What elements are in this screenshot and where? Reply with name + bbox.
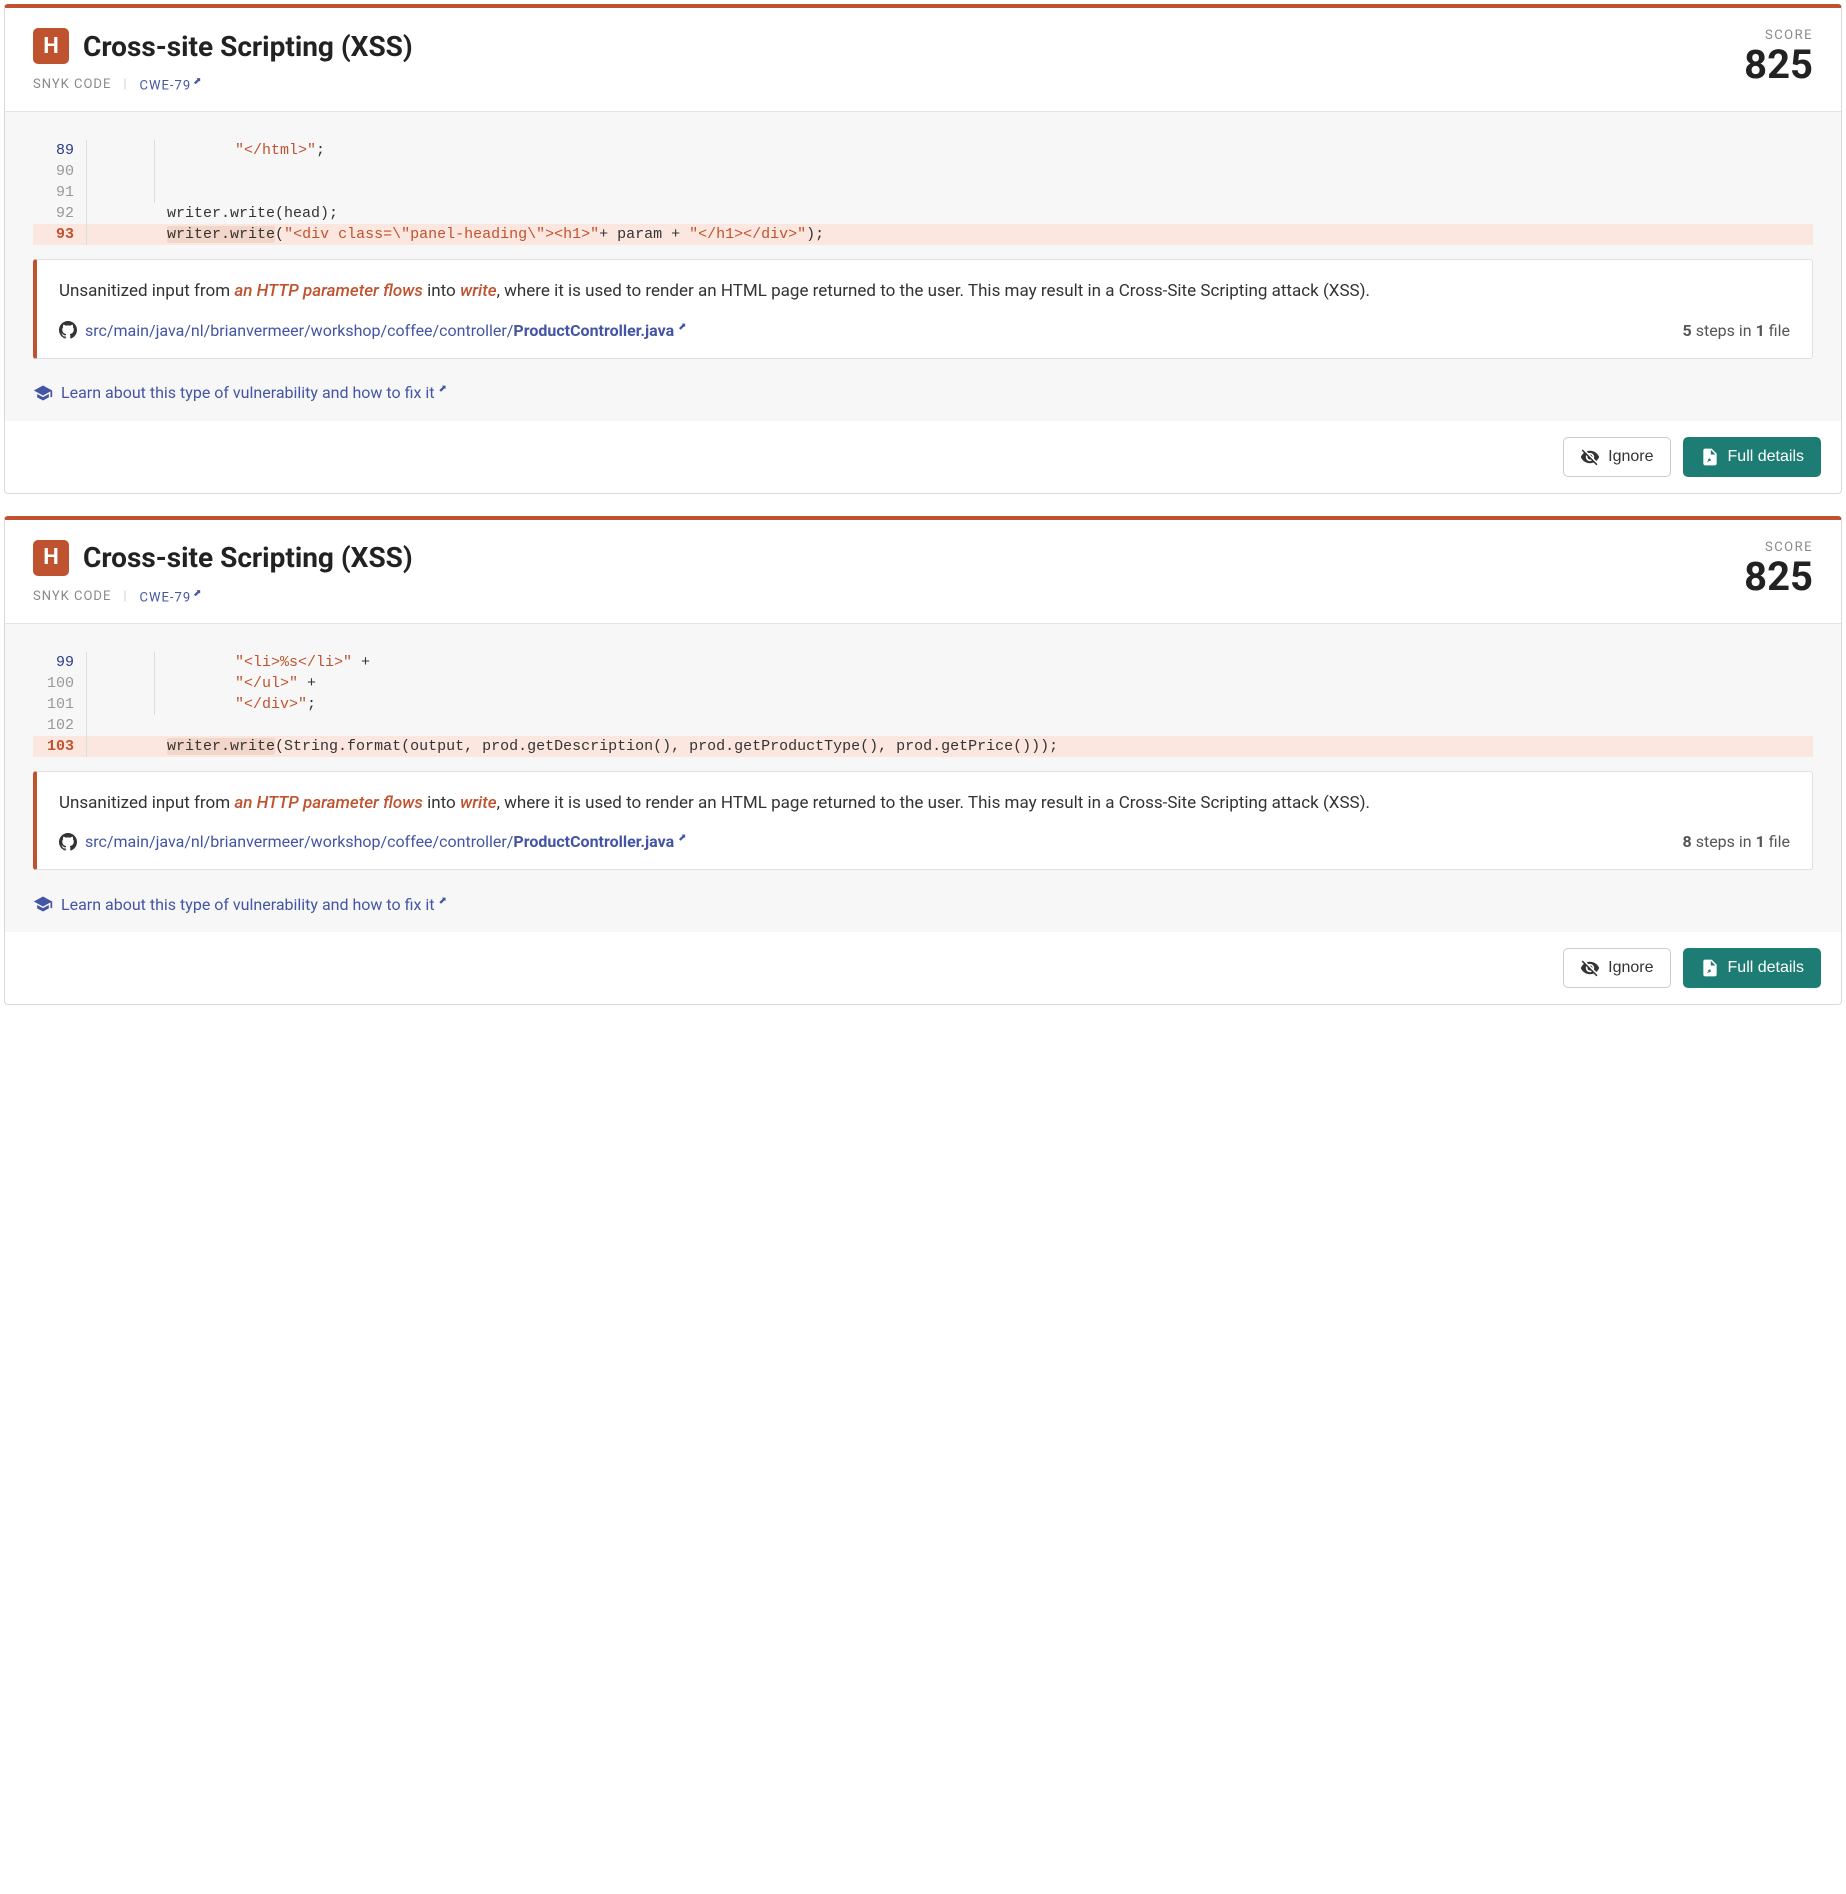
steps-count: 8 steps in 1 file [1683, 832, 1790, 851]
vulnerability-card: H Cross-site Scripting (XSS) SNYK CODE |… [4, 516, 1842, 1006]
source-label: SNYK CODE [33, 77, 111, 92]
learn-link[interactable]: Learn about this type of vulnerability a… [33, 894, 1813, 914]
external-link-icon: ⬈ [438, 384, 446, 395]
external-link-icon: ⬈ [193, 76, 202, 87]
steps-count: 5 steps in 1 file [1683, 321, 1790, 340]
code-snippet: 89 "</html>";909192 writer.write(head);9… [33, 140, 1813, 245]
code-line: 102 [33, 715, 1813, 736]
score-value: 825 [1744, 43, 1813, 87]
info-panel: Unsanitized input from an HTTP parameter… [33, 771, 1813, 870]
line-number: 101 [33, 694, 87, 715]
code-line: 91 [33, 182, 1813, 203]
severity-badge: H [33, 540, 69, 576]
line-number: 99 [33, 652, 87, 673]
external-link-icon: ⬈ [678, 833, 686, 844]
vulnerability-title: Cross-site Scripting (XSS) [83, 30, 413, 63]
doc-search-icon [1700, 447, 1720, 467]
full-details-button[interactable]: Full details [1683, 948, 1821, 988]
ignore-button[interactable]: Ignore [1563, 948, 1670, 988]
line-number: 103 [33, 736, 87, 757]
full-details-button[interactable]: Full details [1683, 437, 1821, 477]
code-line: 99 "<li>%s</li>" + [33, 652, 1813, 673]
external-link-icon: ⬈ [193, 588, 202, 599]
eye-off-icon [1580, 447, 1600, 467]
score-value: 825 [1744, 555, 1813, 599]
line-number: 91 [33, 182, 87, 203]
cwe-link[interactable]: CWE-79⬈ [140, 588, 203, 605]
code-line: 92 writer.write(head); [33, 203, 1813, 224]
source-label: SNYK CODE [33, 589, 111, 604]
file-path-link[interactable]: src/main/java/nl/brianvermeer/workshop/c… [59, 832, 687, 851]
code-line: 103 writer.write(String.format(output, p… [33, 736, 1813, 757]
learn-link[interactable]: Learn about this type of vulnerability a… [33, 383, 1813, 403]
graduation-cap-icon [33, 894, 53, 914]
issue-description: Unsanitized input from an HTTP parameter… [59, 790, 1790, 816]
external-link-icon: ⬈ [438, 896, 446, 907]
line-number: 93 [33, 224, 87, 245]
github-icon [59, 321, 77, 339]
issue-description: Unsanitized input from an HTTP parameter… [59, 278, 1790, 304]
score-box: SCORE 825 [1744, 540, 1813, 599]
github-icon [59, 833, 77, 851]
code-line: 89 "</html>"; [33, 140, 1813, 161]
code-line: 100 "</ul>" + [33, 673, 1813, 694]
file-path-link[interactable]: src/main/java/nl/brianvermeer/workshop/c… [59, 321, 687, 340]
line-number: 92 [33, 203, 87, 224]
ignore-button[interactable]: Ignore [1563, 437, 1670, 477]
severity-badge: H [33, 28, 69, 64]
external-link-icon: ⬈ [678, 321, 686, 332]
line-number: 89 [33, 140, 87, 161]
line-number: 100 [33, 673, 87, 694]
vulnerability-card: H Cross-site Scripting (XSS) SNYK CODE |… [4, 4, 1842, 494]
line-number: 102 [33, 715, 87, 736]
graduation-cap-icon [33, 383, 53, 403]
eye-off-icon [1580, 958, 1600, 978]
code-snippet: 99 "<li>%s</li>" +100 "</ul>" +101 "</di… [33, 652, 1813, 757]
info-panel: Unsanitized input from an HTTP parameter… [33, 259, 1813, 358]
vulnerability-title: Cross-site Scripting (XSS) [83, 541, 413, 574]
score-box: SCORE 825 [1744, 28, 1813, 87]
doc-search-icon [1700, 958, 1720, 978]
code-line: 93 writer.write("<div class=\"panel-head… [33, 224, 1813, 245]
cwe-link[interactable]: CWE-79⬈ [140, 76, 203, 93]
line-number: 90 [33, 161, 87, 182]
code-line: 90 [33, 161, 1813, 182]
code-line: 101 "</div>"; [33, 694, 1813, 715]
